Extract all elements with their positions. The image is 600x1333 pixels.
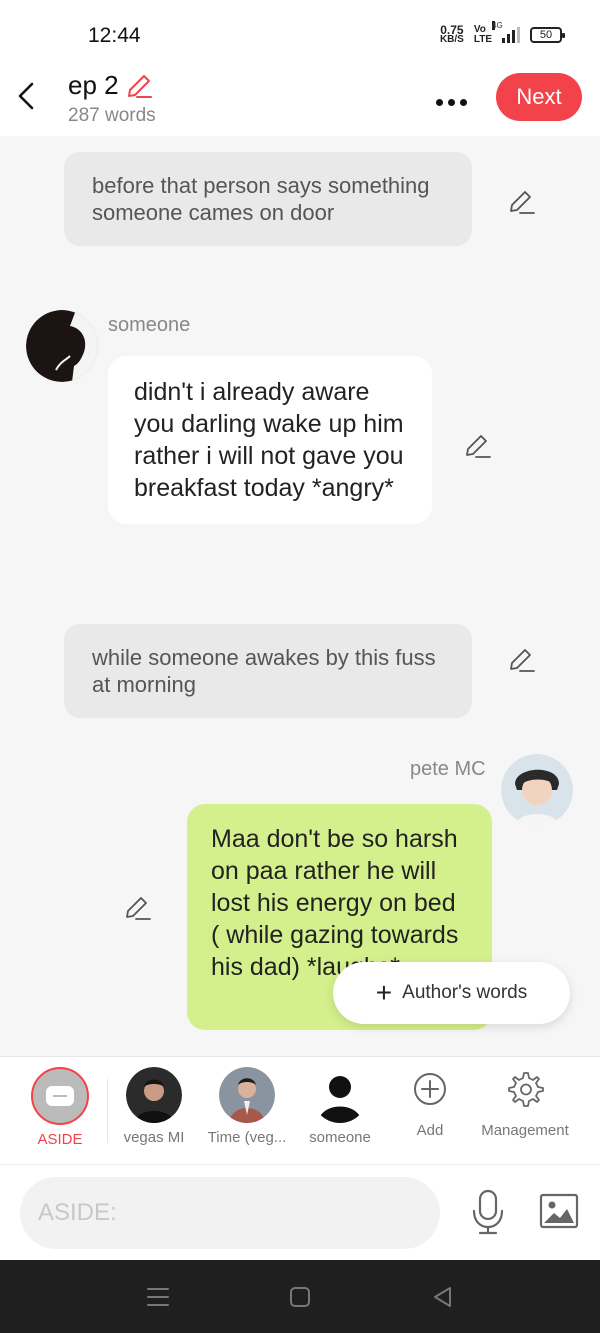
speaker-name: pete MC xyxy=(410,758,486,780)
person-photo-icon xyxy=(501,754,573,826)
person-photo-icon xyxy=(219,1067,275,1123)
more-options-button[interactable] xyxy=(436,86,472,112)
volte-bottom: LTE xyxy=(473,34,492,45)
message-input[interactable] xyxy=(20,1177,440,1249)
character-aside[interactable]: ASIDE xyxy=(15,1067,105,1148)
signal-bar xyxy=(502,38,505,43)
message-bubble[interactable]: didn't i already aware you darling wake … xyxy=(108,356,432,524)
episode-header: ep 2 287 words Next xyxy=(0,66,600,136)
back-triangle-icon[interactable] xyxy=(430,1284,456,1310)
status-icons: 0.75 KB/S Vo LTE 4G 50 xyxy=(439,21,565,45)
chevron-left-icon xyxy=(18,82,34,110)
home-icon[interactable] xyxy=(287,1284,313,1310)
character-time[interactable]: Time (veg... xyxy=(202,1067,292,1146)
image-button[interactable] xyxy=(538,1191,580,1231)
episode-title: ep 2 xyxy=(68,70,119,100)
character-label: Management xyxy=(481,1122,569,1139)
aside-icon xyxy=(31,1067,89,1125)
microphone-button[interactable] xyxy=(468,1187,508,1237)
pencil-icon[interactable] xyxy=(508,646,536,674)
person-photo-icon xyxy=(126,1067,182,1123)
character-avatar xyxy=(126,1067,182,1123)
pencil-icon[interactable] xyxy=(464,432,492,460)
title-block: ep 2 287 words xyxy=(68,70,156,127)
character-vegas[interactable]: vegas MI xyxy=(109,1067,199,1146)
network-type: 4G xyxy=(492,21,503,30)
plus-icon: + xyxy=(375,977,393,1008)
signal-bar xyxy=(507,34,510,43)
aside-inner xyxy=(46,1086,74,1106)
dot-icon xyxy=(436,99,443,106)
gear-icon xyxy=(508,1072,544,1107)
add-author-words-button[interactable]: + Author's words xyxy=(333,962,570,1024)
battery-icon: 50 xyxy=(530,27,565,43)
character-label: Add xyxy=(416,1122,444,1139)
character-someone[interactable]: someone xyxy=(295,1067,385,1146)
input-area xyxy=(0,1164,600,1260)
author-words-label: Author's words xyxy=(402,982,528,1003)
back-button[interactable] xyxy=(12,78,42,114)
network-speed: 0.75 KB/S xyxy=(439,24,464,45)
dot-icon xyxy=(448,99,455,106)
signal-icon: 4G xyxy=(492,21,520,43)
plus-circle-icon xyxy=(414,1073,446,1105)
divider xyxy=(107,1079,108,1143)
next-button[interactable]: Next xyxy=(496,73,582,121)
silhouette-icon xyxy=(312,1067,368,1123)
status-bar: 12:44 0.75 KB/S Vo LTE 4G 50 xyxy=(0,0,600,66)
character-bar: ASIDE vegas MI Time (veg... someone Add … xyxy=(0,1056,600,1164)
network-speed-unit: KB/S xyxy=(439,34,464,45)
pete-avatar[interactable] xyxy=(501,754,573,826)
image-icon xyxy=(539,1193,579,1229)
character-label: vegas MI xyxy=(123,1129,185,1146)
pencil-icon[interactable] xyxy=(508,188,536,216)
someone-avatar[interactable] xyxy=(26,310,98,382)
system-nav-bar xyxy=(0,1260,600,1333)
dot-icon xyxy=(460,99,467,106)
edit-title-icon[interactable] xyxy=(125,72,153,100)
status-time: 12:44 xyxy=(88,24,141,47)
signal-bar xyxy=(512,30,515,43)
chat-area[interactable]: before that person says something someon… xyxy=(0,136,600,1056)
aside-bubble[interactable]: while someone awakes by this fuss at mor… xyxy=(64,624,472,718)
microphone-icon xyxy=(472,1189,504,1235)
word-count: 287 words xyxy=(68,105,156,126)
pencil-icon[interactable] xyxy=(124,894,152,922)
menu-icon[interactable] xyxy=(145,1284,171,1310)
management-button[interactable]: Management xyxy=(470,1067,580,1139)
add-character-button[interactable]: Add xyxy=(385,1067,475,1139)
character-label: someone xyxy=(309,1129,371,1146)
title-row: ep 2 xyxy=(68,70,156,101)
volte-icon: Vo LTE xyxy=(474,25,492,45)
speaker-name: someone xyxy=(108,314,191,336)
silhouette-icon xyxy=(26,310,98,382)
character-avatar xyxy=(219,1067,275,1123)
character-avatar xyxy=(312,1067,368,1123)
character-label: ASIDE xyxy=(37,1131,83,1148)
battery-level: 50 xyxy=(539,29,553,41)
signal-bar xyxy=(517,27,520,43)
aside-bubble[interactable]: before that person says something someon… xyxy=(64,152,472,246)
character-label: Time (veg... xyxy=(207,1129,287,1146)
